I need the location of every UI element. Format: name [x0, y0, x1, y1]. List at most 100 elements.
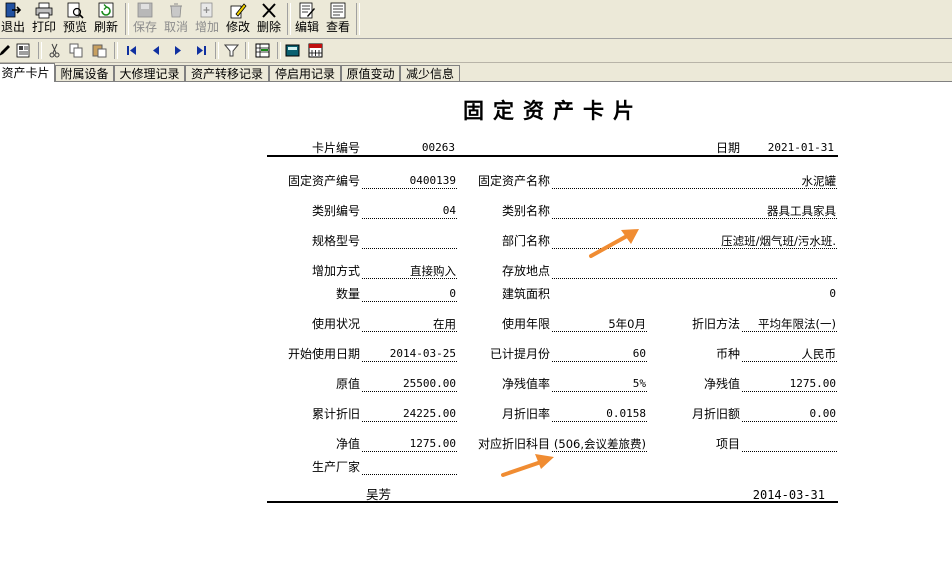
net-value-label: 净值 [335, 437, 360, 451]
delete-button[interactable]: 删除 [256, 2, 282, 36]
print-label: 打印 [31, 20, 56, 34]
refresh-icon [98, 2, 114, 18]
add-method-field[interactable]: 直接购入 [362, 263, 457, 279]
preview-button[interactable]: 预览 [62, 2, 88, 36]
life-field[interactable]: 5年0月 [552, 316, 647, 332]
item-label: 项目 [715, 437, 740, 451]
calendar-icon[interactable] [307, 42, 324, 59]
spec-field[interactable] [362, 233, 457, 249]
edit-button[interactable]: 编辑 [294, 2, 320, 36]
delete-icon [262, 3, 276, 18]
months-field[interactable]: 60 [552, 346, 647, 362]
card-no-label: 卡片编号 [311, 141, 360, 155]
cut-icon[interactable] [46, 42, 63, 59]
tab-transfer-records[interactable]: 资产转移记录 [185, 65, 269, 81]
paste-icon[interactable] [91, 42, 108, 59]
card-footer-rule [267, 501, 838, 503]
first-record-icon[interactable] [123, 42, 140, 59]
original-value-label: 原值 [335, 377, 360, 391]
category-code-field[interactable]: 04 [362, 203, 457, 219]
next-record-icon[interactable] [170, 42, 187, 59]
toolbar-separator [287, 3, 291, 35]
item-field[interactable] [742, 436, 837, 452]
copy-icon[interactable] [68, 42, 85, 59]
residual-rate-field[interactable]: 5% [552, 376, 647, 392]
last-record-icon[interactable] [193, 42, 210, 59]
method-field[interactable]: 平均年限法(一) [742, 316, 837, 332]
toolbar-separator [356, 3, 360, 35]
modify-button[interactable]: 修改 [225, 2, 251, 36]
account-field[interactable]: (506,会议差旅费) [552, 436, 647, 452]
previous-record-icon[interactable] [147, 42, 164, 59]
printer-icon [35, 2, 53, 19]
document-list-icon[interactable] [15, 42, 32, 59]
original-value-field[interactable]: 25500.00 [362, 376, 457, 392]
modify-icon [230, 3, 247, 19]
card-no-value: 00263 [421, 141, 455, 154]
view-icon [330, 2, 346, 19]
calculator-icon[interactable] [284, 42, 301, 59]
tab-attached-equipment[interactable]: 附属设备 [55, 65, 114, 81]
add-button[interactable]: 增加 [194, 2, 220, 36]
tab-enable-disable-records[interactable]: 停启用记录 [269, 65, 341, 81]
start-date-field[interactable]: 2014-03-25 [362, 346, 457, 362]
grid-icon[interactable] [254, 42, 271, 59]
toolbar-separator [38, 42, 42, 59]
asset-code-field[interactable]: 0400139 [362, 173, 457, 189]
tab-reduction-info[interactable]: 减少信息 [400, 65, 460, 81]
cancel-button[interactable]: 取消 [163, 2, 189, 36]
monthly-amount-field[interactable]: 0.00 [742, 406, 837, 422]
tab-asset-card[interactable]: 资产卡片 [0, 63, 55, 82]
toolbar-separator [125, 3, 129, 35]
toolbar-separator [114, 42, 118, 59]
residual-value-field[interactable]: 1275.00 [742, 376, 837, 392]
view-button[interactable]: 查看 [325, 2, 351, 36]
category-name-label: 类别名称 [501, 204, 550, 218]
secondary-toolbar [0, 39, 952, 63]
monthly-rate-label: 月折旧率 [501, 407, 550, 421]
category-name-field[interactable]: 器具工具家具 [552, 203, 837, 219]
card-title: 固定资产卡片 [463, 98, 643, 123]
refresh-button[interactable]: 刷新 [93, 2, 119, 36]
currency-field[interactable]: 人民币 [742, 346, 837, 362]
residual-value-label: 净残值 [703, 377, 740, 391]
location-field[interactable] [552, 263, 837, 279]
toolbar-separator [277, 42, 281, 59]
save-label: 保存 [132, 20, 157, 34]
preview-icon [67, 2, 84, 19]
life-label: 使用年限 [501, 317, 550, 331]
maker-field[interactable] [362, 459, 457, 475]
exit-button[interactable]: 退出 [0, 2, 26, 36]
tab-original-value-change[interactable]: 原值变动 [341, 65, 400, 81]
quantity-label: 数量 [335, 287, 360, 301]
spec-label: 规格型号 [311, 234, 360, 248]
arrow-annotation [589, 229, 639, 258]
quantity-field[interactable]: 0 [362, 286, 457, 302]
currency-label: 币种 [715, 347, 740, 361]
filter-icon[interactable] [223, 42, 240, 59]
net-value-field[interactable]: 1275.00 [362, 436, 457, 452]
start-date-label: 开始使用日期 [287, 347, 360, 361]
refresh-label: 刷新 [93, 20, 118, 34]
pencil-icon[interactable] [0, 42, 13, 59]
add-label: 增加 [194, 20, 219, 34]
toolbar-separator [215, 42, 219, 59]
save-button[interactable]: 保存 [132, 2, 158, 36]
tab-overhaul-records[interactable]: 大修理记录 [114, 65, 185, 81]
category-code-label: 类别编号 [311, 204, 360, 218]
preview-label: 预览 [62, 20, 87, 34]
location-label: 存放地点 [501, 264, 550, 278]
status-field[interactable]: 在用 [362, 316, 457, 332]
area-field[interactable]: 0 [552, 286, 837, 302]
accum-depreciation-field[interactable]: 24225.00 [362, 406, 457, 422]
date-value: 2021-01-31 [767, 141, 834, 154]
residual-rate-label: 净残值率 [501, 377, 550, 391]
monthly-rate-field[interactable]: 0.0158 [552, 406, 647, 422]
date-label: 日期 [715, 141, 740, 155]
print-button[interactable]: 打印 [31, 2, 57, 36]
save-icon [137, 2, 153, 18]
add-method-label: 增加方式 [311, 264, 360, 278]
cancel-icon [170, 3, 182, 18]
edit-label: 编辑 [294, 20, 319, 34]
asset-name-field[interactable]: 水泥罐 [552, 173, 837, 189]
